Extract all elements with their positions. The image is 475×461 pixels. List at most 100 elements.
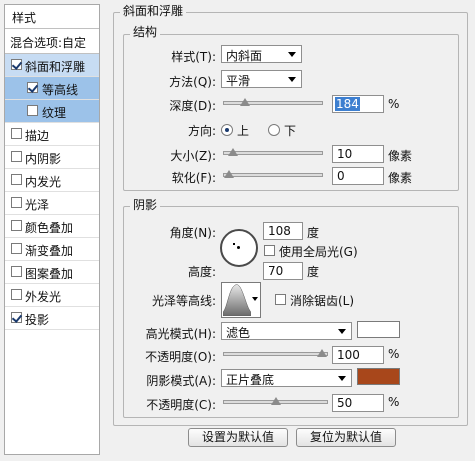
color-overlay-checkbox[interactable] <box>11 220 22 231</box>
direction-down-radio[interactable] <box>268 124 280 136</box>
inner-shadow-checkbox[interactable] <box>11 151 22 162</box>
style-item-label: 图案叠加 <box>25 267 74 281</box>
style-item-label: 纹理 <box>42 106 67 120</box>
size-input-value: 10 <box>337 147 353 161</box>
drop-shadow-checkbox[interactable] <box>11 312 22 323</box>
shadow-mode-select[interactable]: 正片叠底 <box>221 369 352 387</box>
style-item-contour[interactable]: 等高线 <box>5 77 99 100</box>
altitude-unit: 度 <box>307 265 320 279</box>
style-item-label: 等高线 <box>42 83 79 97</box>
altitude-label: 高度: <box>187 265 216 279</box>
satin-checkbox[interactable] <box>11 197 22 208</box>
shadow-opacity-value: 50 <box>337 396 353 410</box>
size-slider[interactable] <box>223 148 323 156</box>
style-item-label: 颜色叠加 <box>25 221 74 235</box>
angle-dial-center <box>237 246 240 249</box>
reset-default-button[interactable]: 复位为默认值 <box>296 428 396 447</box>
blending-options-item[interactable]: 混合选项:自定 <box>5 29 99 54</box>
global-light-checkbox[interactable] <box>264 245 275 256</box>
gloss-contour-picker[interactable] <box>221 282 261 318</box>
style-item-inner-glow[interactable]: 内发光 <box>5 169 99 192</box>
texture-checkbox[interactable] <box>27 105 38 116</box>
pattern-overlay-checkbox[interactable] <box>11 266 22 277</box>
angle-input-value: 108 <box>268 224 291 238</box>
depth-slider-thumb[interactable] <box>240 98 251 106</box>
technique-select-value: 平滑 <box>226 74 251 88</box>
highlight-color-swatch[interactable] <box>357 321 400 338</box>
highlight-opacity-input[interactable]: 100 <box>332 346 384 364</box>
soften-input[interactable]: 0 <box>332 167 384 185</box>
highlight-opacity-slider[interactable] <box>223 349 328 357</box>
style-item-drop-shadow[interactable]: 投影 <box>5 307 99 330</box>
size-label: 大小(Z): <box>170 149 216 163</box>
soften-input-value: 0 <box>337 169 345 183</box>
shadow-mode-value: 正片叠底 <box>226 373 275 387</box>
chevron-down-icon <box>338 376 346 381</box>
style-item-label: 投影 <box>25 313 50 327</box>
size-unit: 像素 <box>388 149 413 163</box>
contour-checkbox[interactable] <box>27 82 38 93</box>
gloss-contour-label: 光泽等高线: <box>151 294 216 308</box>
inner-glow-checkbox[interactable] <box>11 174 22 185</box>
highlight-opacity-slider-thumb[interactable] <box>317 349 327 357</box>
gradient-overlay-checkbox[interactable] <box>11 243 22 254</box>
style-item-bevel-emboss[interactable]: 斜面和浮雕 <box>5 54 99 77</box>
highlight-mode-value: 滤色 <box>226 326 251 340</box>
direction-down-label: 下 <box>284 124 297 138</box>
shadow-color-swatch[interactable] <box>357 368 400 385</box>
size-slider-thumb[interactable] <box>227 148 238 156</box>
style-item-label: 内阴影 <box>25 152 62 166</box>
style-item-pattern-overlay[interactable]: 图案叠加 <box>5 261 99 284</box>
style-label: 样式(T): <box>171 50 216 64</box>
chevron-down-icon <box>288 77 296 82</box>
style-item-label: 斜面和浮雕 <box>25 60 86 74</box>
style-item-stroke[interactable]: 描边 <box>5 123 99 146</box>
blending-options-label: 混合选项:自定 <box>10 36 87 50</box>
shadow-mode-label: 阴影模式(A): <box>146 374 216 388</box>
highlight-mode-select[interactable]: 滤色 <box>221 322 352 340</box>
style-item-gradient-overlay[interactable]: 渐变叠加 <box>5 238 99 261</box>
highlight-mode-label: 高光模式(H): <box>145 327 216 341</box>
soften-slider[interactable] <box>223 170 323 178</box>
altitude-input[interactable]: 70 <box>263 262 303 280</box>
style-item-color-overlay[interactable]: 颜色叠加 <box>5 215 99 238</box>
angle-label: 角度(N): <box>169 226 216 240</box>
style-item-texture[interactable]: 纹理 <box>5 100 99 123</box>
depth-slider[interactable] <box>223 98 323 106</box>
style-item-satin[interactable]: 光泽 <box>5 192 99 215</box>
angle-unit: 度 <box>307 226 320 240</box>
styles-header[interactable]: 样式 <box>5 5 99 29</box>
stroke-checkbox[interactable] <box>11 128 22 139</box>
direction-up-radio[interactable] <box>221 124 233 136</box>
chevron-down-icon <box>288 52 296 57</box>
depth-input-value: 184 <box>335 97 360 111</box>
structure-title: 结构 <box>130 23 161 40</box>
shadow-opacity-slider[interactable] <box>223 397 328 405</box>
highlight-opacity-unit: % <box>388 347 400 361</box>
shadow-opacity-input[interactable]: 50 <box>332 394 384 412</box>
outer-glow-checkbox[interactable] <box>11 289 22 300</box>
style-item-label: 描边 <box>25 129 50 143</box>
altitude-input-value: 70 <box>268 264 284 278</box>
depth-input[interactable]: 184 <box>332 95 384 113</box>
shadow-opacity-unit: % <box>388 395 400 409</box>
technique-select[interactable]: 平滑 <box>221 70 302 88</box>
angle-input[interactable]: 108 <box>263 222 303 240</box>
style-item-inner-shadow[interactable]: 内阴影 <box>5 146 99 169</box>
soften-slider-thumb[interactable] <box>224 170 234 178</box>
technique-label: 方法(Q): <box>169 75 216 89</box>
shadow-opacity-slider-thumb[interactable] <box>270 397 281 405</box>
style-select[interactable]: 内斜面 <box>221 45 302 63</box>
anti-aliased-checkbox[interactable] <box>275 294 286 305</box>
style-item-outer-glow[interactable]: 外发光 <box>5 284 99 307</box>
angle-dial[interactable] <box>220 229 258 267</box>
angle-dial-indicator <box>233 243 235 245</box>
style-select-value: 内斜面 <box>226 49 263 63</box>
direction-up-label: 上 <box>237 124 250 138</box>
bevel-emboss-title: 斜面和浮雕 <box>120 2 187 19</box>
size-input[interactable]: 10 <box>332 145 384 163</box>
depth-unit: % <box>388 97 400 111</box>
bevel-emboss-checkbox[interactable] <box>11 59 22 70</box>
make-default-button[interactable]: 设置为默认值 <box>188 428 288 447</box>
soften-label: 软化(F): <box>171 171 216 185</box>
